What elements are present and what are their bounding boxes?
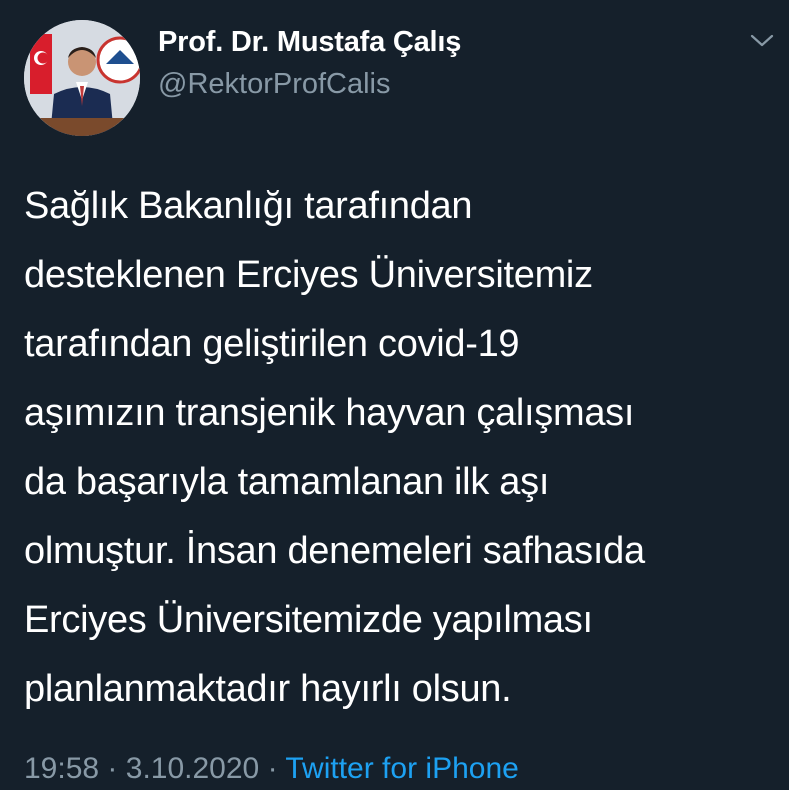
- author-display-name[interactable]: Prof. Dr. Mustafa Çalış: [158, 26, 461, 59]
- tweet-source-link[interactable]: Twitter for iPhone: [285, 752, 518, 785]
- author-handle[interactable]: @RektorProfCalis: [158, 68, 391, 101]
- tweet-text: Sağlık Bakanlığı tarafından desteklenen …: [24, 185, 645, 710]
- avatar[interactable]: [24, 20, 140, 136]
- tweet-card: Prof. Dr. Mustafa Çalış @RektorProfCalis…: [0, 0, 789, 790]
- profile-photo-icon: [24, 20, 140, 136]
- tweet-date[interactable]: 3.10.2020: [126, 752, 259, 785]
- meta-separator: ·: [267, 752, 278, 785]
- meta-separator: ·: [107, 752, 118, 785]
- chevron-down-icon[interactable]: [749, 32, 775, 50]
- tweet-meta: 19:58 · 3.10.2020 · Twitter for iPhone: [24, 752, 519, 786]
- tweet-time[interactable]: 19:58: [24, 752, 99, 785]
